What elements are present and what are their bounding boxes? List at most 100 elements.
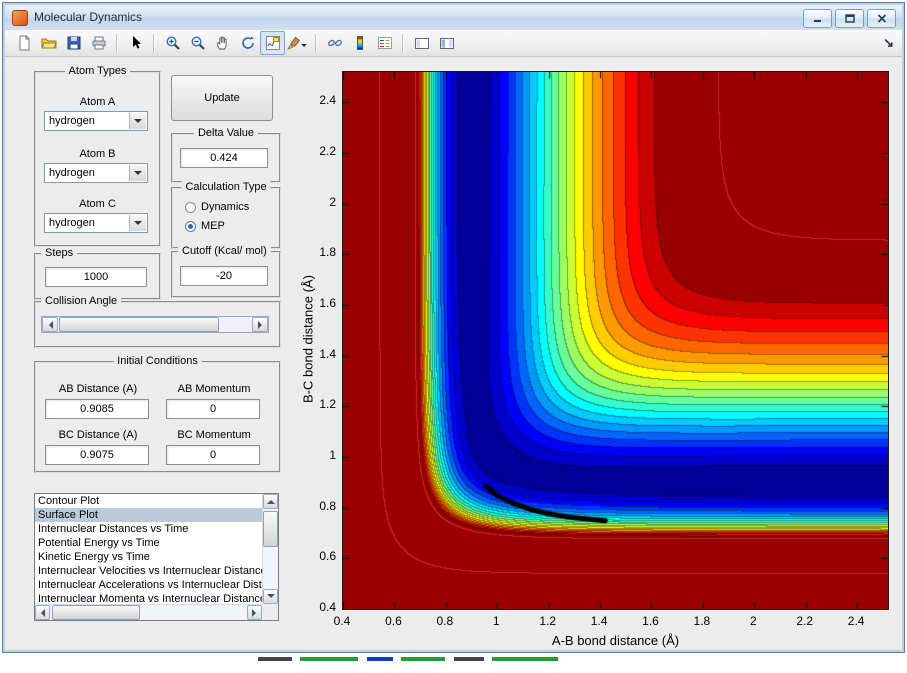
list-item[interactable]: Internuclear Momenta vs Internuclear Dis… (35, 592, 262, 604)
figure-toolbar: ↘ (5, 30, 902, 57)
vertical-scroll-thumb[interactable] (263, 511, 278, 547)
code-glimpse-fragment (300, 657, 359, 661)
new-figure-button[interactable] (11, 31, 36, 55)
list-item[interactable]: Potential Energy vs Time (35, 536, 262, 550)
rotate-3d-button[interactable] (235, 31, 260, 55)
toolbar-separator (116, 33, 118, 53)
radio-mep[interactable]: MEP (185, 220, 225, 232)
zoom-in-icon (165, 36, 180, 50)
dropdown-arrow-icon[interactable] (129, 165, 146, 181)
slider-right-arrow[interactable] (252, 317, 268, 332)
steps-field[interactable] (45, 267, 147, 287)
toolbar-separator (402, 33, 404, 53)
radio-dynamics-icon[interactable] (185, 201, 196, 213)
y-tick-label: 1.2 (319, 397, 336, 412)
code-glimpse-fragment (258, 657, 292, 661)
list-item[interactable]: Internuclear Distances vs Time (35, 522, 262, 536)
down-arrow-icon (266, 594, 275, 602)
brush-dropdown-caret-icon[interactable] (301, 44, 307, 50)
list-item[interactable]: Kinetic Energy vs Time (35, 550, 262, 564)
collision-angle-slider-thumb[interactable] (58, 317, 220, 332)
dropdown-arrow-icon[interactable] (129, 113, 146, 129)
scroll-up-button[interactable] (263, 494, 278, 509)
y-tick-label: 1.6 (319, 296, 336, 311)
radio-mep-icon[interactable] (185, 220, 196, 232)
scroll-left-button[interactable] (35, 605, 50, 620)
dock-figure-icon[interactable]: ↘ (883, 35, 894, 51)
bc-momentum-field[interactable] (166, 445, 260, 465)
update-button[interactable]: Update (171, 75, 273, 121)
data-cursor-button[interactable] (260, 31, 285, 55)
collision-angle-slider[interactable] (41, 316, 269, 333)
ab-distance-label: AB Distance (A) (58, 383, 138, 395)
brush-data-button[interactable] (285, 31, 310, 55)
minimize-button[interactable] (803, 9, 832, 28)
print-icon (92, 36, 105, 50)
atom-types-panel: Atom Types Atom A hydrogen Atom B hydrog… (34, 65, 161, 247)
y-tick-label: 1.8 (319, 245, 336, 260)
y-tick-label: 2.2 (319, 144, 336, 159)
ab-momentum-field[interactable] (166, 399, 260, 419)
atom-c-dropdown[interactable]: hydrogen (44, 213, 148, 233)
list-vertical-scrollbar[interactable] (262, 494, 278, 604)
link-plot-button[interactable] (322, 31, 347, 55)
list-item[interactable]: Surface Plot (35, 508, 262, 522)
save-figure-button[interactable] (61, 31, 86, 55)
insert-legend-button[interactable] (372, 31, 397, 55)
dropdown-arrow-icon[interactable] (129, 215, 146, 231)
insert-colorbar-button[interactable] (347, 31, 372, 55)
y-tick-label: 0.6 (319, 549, 336, 564)
minimize-icon (813, 20, 821, 22)
list-item[interactable]: Internuclear Accelerations vs Internucle… (35, 578, 262, 592)
bc-momentum-label: BC Momentum (177, 429, 251, 441)
hide-plot-tools-button[interactable] (409, 31, 434, 55)
plot-type-list[interactable]: Contour Plot Surface Plot Internuclear Dis… (34, 493, 279, 621)
steps-panel-title: Steps (41, 247, 78, 259)
pes-contour-canvas[interactable] (343, 72, 888, 609)
x-tick-label: 2.4 (847, 614, 865, 628)
pan-button[interactable] (210, 31, 235, 55)
x-tick-label: 1.6 (642, 614, 659, 628)
x-tick-label: 0.6 (385, 614, 402, 628)
x-tick-label: 1.2 (539, 614, 556, 628)
list-item[interactable]: Internuclear Velocities vs Internuclear … (35, 564, 262, 578)
code-glimpse-fragment (401, 657, 446, 661)
slider-left-arrow[interactable] (42, 317, 58, 332)
x-axis-label: A-B bond distance (Å) (551, 633, 680, 648)
list-item[interactable]: Contour Plot (35, 494, 262, 508)
edit-plot-button[interactable] (123, 31, 148, 55)
toolbar-separator (315, 33, 317, 53)
show-plot-tools-button[interactable] (434, 31, 459, 55)
delta-value-panel: Delta Value (171, 127, 281, 183)
bc-distance-label: BC Distance (A) (58, 429, 138, 441)
initial-conditions-panel: Initial Conditions AB Distance (A) AB Mo… (34, 355, 281, 473)
horizontal-scroll-thumb[interactable] (52, 605, 140, 620)
collision-angle-panel-title: Collision Angle (41, 295, 122, 307)
code-glimpse-fragment (453, 657, 484, 661)
scroll-right-button[interactable] (247, 605, 262, 620)
right-arrow-icon (257, 320, 266, 329)
atom-b-dropdown[interactable]: hydrogen (44, 163, 148, 183)
radio-dynamics[interactable]: Dynamics (185, 201, 249, 213)
zoom-in-button[interactable] (160, 31, 185, 55)
print-figure-button[interactable] (86, 31, 111, 55)
list-horizontal-scrollbar[interactable] (35, 604, 262, 620)
x-tick-label: 0.4 (333, 614, 351, 628)
brush-icon (286, 36, 300, 50)
bc-distance-field[interactable] (45, 445, 149, 465)
background-window-strip (0, 655, 907, 664)
cutoff-field[interactable] (180, 266, 268, 286)
close-button[interactable] (867, 9, 896, 28)
save-icon (67, 36, 80, 50)
zoom-out-button[interactable] (185, 31, 210, 55)
calculation-type-panel-title: Calculation Type (181, 181, 271, 193)
delta-value-field[interactable] (180, 148, 268, 168)
x-tick-label: 1.8 (693, 614, 711, 628)
window-icon (12, 10, 28, 26)
maximize-button[interactable] (835, 9, 864, 28)
open-file-button[interactable] (36, 31, 61, 55)
title-bar[interactable]: Molecular Dynamics (5, 5, 902, 31)
scroll-down-button[interactable] (263, 589, 278, 604)
ab-distance-field[interactable] (45, 399, 149, 419)
atom-a-dropdown[interactable]: hydrogen (44, 111, 148, 131)
